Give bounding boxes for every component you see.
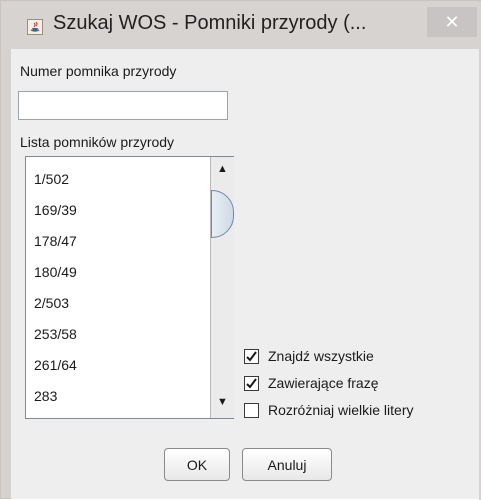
case-sensitive-checkbox[interactable] <box>244 403 259 418</box>
close-icon: ✕ <box>444 12 460 32</box>
scroll-thumb[interactable] <box>211 190 234 238</box>
number-label: Numer pomnika przyrody <box>20 63 177 79</box>
list-item[interactable]: 261/64 <box>34 357 77 373</box>
scroll-down-arrow-icon[interactable]: ▼ <box>211 394 234 410</box>
monument-list[interactable]: 1/502 169/39 178/47 180/49 2/503 253/58 … <box>25 156 234 419</box>
list-item[interactable]: 283 <box>34 388 57 404</box>
search-dialog: Szukaj WOS - Pomniki przyrody (... ✕ Num… <box>0 0 481 500</box>
list-item[interactable]: 169/39 <box>34 202 77 218</box>
ok-button[interactable]: OK <box>164 448 230 481</box>
list-item[interactable]: 2/503 <box>34 295 69 311</box>
number-input[interactable] <box>18 91 228 120</box>
list-item[interactable]: 180/49 <box>34 264 77 280</box>
checkmark-icon <box>246 351 257 362</box>
close-button[interactable]: ✕ <box>427 7 477 37</box>
checkmark-icon <box>246 378 257 389</box>
option-find-all[interactable]: Znajdź wszystkie <box>244 348 464 366</box>
scroll-up-arrow-icon[interactable]: ▲ <box>211 161 234 177</box>
contains-phrase-label: Zawierające frazę <box>268 375 379 391</box>
list-scrollbar[interactable]: ▲ ▼ <box>210 157 234 418</box>
java-app-icon <box>27 19 43 35</box>
list-item[interactable]: 253/58 <box>34 326 77 342</box>
list-item[interactable]: 178/47 <box>34 233 77 249</box>
window-title: Szukaj WOS - Pomniki przyrody (... <box>53 12 367 34</box>
title-bar[interactable]: Szukaj WOS - Pomniki przyrody (... ✕ <box>1 1 480 49</box>
find-all-label: Znajdź wszystkie <box>268 348 374 364</box>
contains-phrase-checkbox[interactable] <box>244 376 259 391</box>
list-label: Lista pomników przyrody <box>20 134 175 150</box>
option-case-sensitive[interactable]: Rozróżniaj wielkie litery <box>244 402 474 420</box>
cancel-button[interactable]: Anuluj <box>242 448 332 481</box>
case-sensitive-label: Rozróżniaj wielkie litery <box>268 402 414 418</box>
find-all-checkbox[interactable] <box>244 349 259 364</box>
option-contains-phrase[interactable]: Zawierające frazę <box>244 375 464 393</box>
list-item[interactable]: 1/502 <box>34 171 69 187</box>
